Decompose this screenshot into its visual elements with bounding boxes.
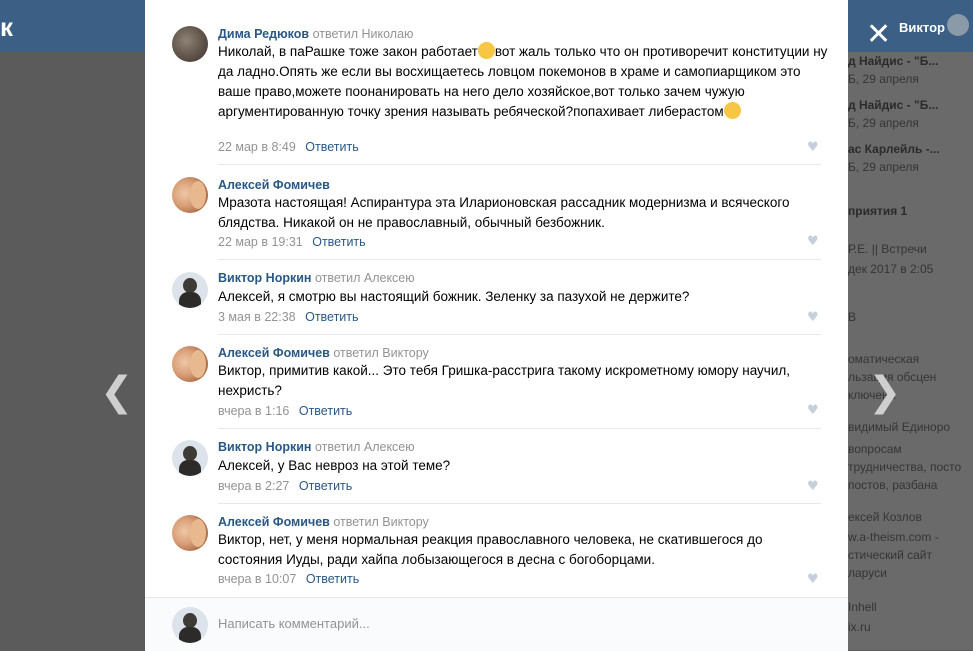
close-icon[interactable]: ✕ bbox=[866, 20, 891, 50]
comment-meta: вчера в 1:16 Ответить bbox=[218, 404, 352, 418]
comment-time[interactable]: 22 мар в 8:49 bbox=[218, 140, 296, 154]
background-sidebar-item: стический сайт bbox=[848, 548, 932, 562]
avatar[interactable] bbox=[172, 346, 208, 382]
reply-link[interactable]: Ответить bbox=[299, 479, 352, 493]
avatar[interactable] bbox=[172, 440, 208, 476]
vk-logo[interactable]: к bbox=[0, 12, 13, 43]
comment-meta: вчера в 10:07 Ответить bbox=[218, 572, 359, 586]
comment-text-part: Николай, в паРашке тоже закон работает bbox=[218, 44, 478, 59]
comment-text: Виктор, нет, у меня нормальная реакция п… bbox=[218, 532, 763, 567]
scared-emoji-icon bbox=[723, 102, 741, 119]
background-sidebar-item: ас Карлейль -... bbox=[848, 142, 940, 156]
like-icon[interactable]: ♥ bbox=[807, 140, 819, 155]
comment-meta: 22 мар в 19:31 Ответить bbox=[218, 235, 366, 249]
comments-panel: Дима Редюков ответил Николаю Николай, в … bbox=[145, 0, 848, 651]
avatar[interactable] bbox=[172, 177, 208, 213]
background-sidebar-item: д Найдис - "Б... bbox=[848, 98, 939, 112]
comment-meta: вчера в 2:27 Ответить bbox=[218, 479, 352, 493]
reply-link[interactable]: Ответить bbox=[312, 235, 365, 249]
background-sidebar-item: ix.ru bbox=[848, 620, 871, 634]
divider bbox=[218, 259, 821, 260]
comment-input[interactable]: Написать комментарий... bbox=[218, 616, 370, 631]
avatar[interactable] bbox=[172, 26, 208, 62]
comment-author[interactable]: Виктор Норкин bbox=[218, 440, 311, 454]
comment-header: Алексей Фомичев bbox=[218, 177, 330, 193]
next-arrow-icon[interactable]: ❯ bbox=[868, 372, 902, 412]
background-sidebar-item: постов, разбана bbox=[848, 478, 938, 492]
background-sidebar-item: трудничества, посто bbox=[848, 460, 962, 474]
comment-header: Дима Редюков ответил Николаю bbox=[218, 26, 413, 42]
header-user-name[interactable]: Виктор bbox=[899, 20, 945, 35]
comment-replied-to[interactable]: ответил Николаю bbox=[313, 27, 414, 41]
comment-replied-to[interactable]: ответил Алексею bbox=[315, 271, 415, 285]
background-sidebar-item: приятия 1 bbox=[848, 204, 908, 218]
comment-replied-to[interactable]: ответил Виктору bbox=[333, 346, 428, 360]
laughing-emoji-icon bbox=[477, 42, 495, 59]
comment-text: Николай, в паРашке тоже закон работает во… bbox=[218, 42, 828, 122]
background-left bbox=[0, 52, 145, 650]
comment-text: Виктор, примитив какой... Это тебя Гришк… bbox=[218, 363, 791, 398]
prev-arrow-icon[interactable]: ❮ bbox=[100, 372, 134, 412]
comment-header: Виктор Норкин ответил Алексею bbox=[218, 439, 415, 455]
like-icon[interactable]: ♥ bbox=[807, 310, 819, 325]
reply-link[interactable]: Ответить bbox=[306, 572, 359, 586]
divider bbox=[218, 164, 821, 165]
background-sidebar-item: ексей Козлов bbox=[848, 510, 922, 524]
divider bbox=[218, 503, 821, 504]
comment-time[interactable]: вчера в 2:27 bbox=[218, 479, 289, 493]
like-icon[interactable]: ♥ bbox=[807, 479, 819, 494]
comment-time[interactable]: 3 мая в 22:38 bbox=[218, 310, 296, 324]
background-sidebar-item: оматическая bbox=[848, 352, 920, 366]
comment-text: Алексей, я смотрю вы настоящий божник. З… bbox=[218, 289, 690, 304]
background-sidebar-item: дек 2017 в 2:05 bbox=[848, 262, 934, 276]
background-sidebar-item: Inhell bbox=[848, 600, 877, 614]
background-sidebar-item: В bbox=[848, 310, 857, 324]
comment-text: Мразота настоящая! Аспирантура эта Илари… bbox=[218, 195, 790, 230]
background-sidebar-item: Б, 29 апреля bbox=[848, 116, 919, 130]
background-sidebar-item: Р.Е. || Встречи bbox=[848, 242, 927, 256]
comment-replied-to[interactable]: ответил Виктору bbox=[333, 515, 428, 529]
comment-header: Алексей Фомичев ответил Виктору bbox=[218, 345, 429, 361]
comment-replied-to[interactable]: ответил Алексею bbox=[315, 440, 415, 454]
background-sidebar-item: вопросам bbox=[848, 442, 902, 456]
avatar[interactable] bbox=[172, 272, 208, 308]
comment-composer: Написать комментарий... bbox=[145, 597, 848, 651]
background-sidebar-item: ларуси bbox=[848, 566, 887, 580]
background-sidebar-item: Б, 29 апреля bbox=[848, 72, 919, 86]
reply-link[interactable]: Ответить bbox=[305, 310, 358, 324]
like-icon[interactable]: ♥ bbox=[807, 403, 819, 418]
comment-author[interactable]: Дима Редюков bbox=[218, 27, 309, 41]
comment-author[interactable]: Алексей Фомичев bbox=[218, 346, 330, 360]
avatar[interactable] bbox=[172, 515, 208, 551]
like-icon[interactable]: ♥ bbox=[807, 572, 819, 587]
comment-author[interactable]: Алексей Фомичев bbox=[218, 515, 330, 529]
reply-link[interactable]: Ответить bbox=[299, 404, 352, 418]
background-sidebar-item: д Найдис - "Б... bbox=[848, 54, 939, 68]
background-sidebar-item: w.a-theism.com - bbox=[848, 530, 939, 544]
header-avatar[interactable] bbox=[947, 14, 969, 36]
background-sidebar: д Найдис - "Б... Б, 29 апреля д Найдис - "… bbox=[848, 52, 973, 650]
like-icon[interactable]: ♥ bbox=[807, 234, 819, 249]
comment-text: Алексей, у Вас невроз на этой теме? bbox=[218, 458, 451, 473]
comment-time[interactable]: вчера в 1:16 bbox=[218, 404, 289, 418]
background-sidebar-item: видимый Единоро bbox=[848, 420, 951, 434]
comment-header: Алексей Фомичев ответил Виктору bbox=[218, 514, 429, 530]
background-sidebar-item: Б, 29 апреля bbox=[848, 160, 919, 174]
divider bbox=[218, 428, 821, 429]
comment-author[interactable]: Виктор Норкин bbox=[218, 271, 311, 285]
reply-link[interactable]: Ответить bbox=[305, 140, 358, 154]
comment-meta: 22 мар в 8:49 Ответить bbox=[218, 140, 359, 154]
comment-meta: 3 мая в 22:38 Ответить bbox=[218, 310, 359, 324]
comment-author[interactable]: Алексей Фомичев bbox=[218, 178, 330, 192]
comment-time[interactable]: 22 мар в 19:31 bbox=[218, 235, 303, 249]
comment-time[interactable]: вчера в 10:07 bbox=[218, 572, 296, 586]
composer-avatar bbox=[172, 607, 208, 643]
divider bbox=[218, 334, 821, 335]
comment-header: Виктор Норкин ответил Алексею bbox=[218, 270, 415, 286]
